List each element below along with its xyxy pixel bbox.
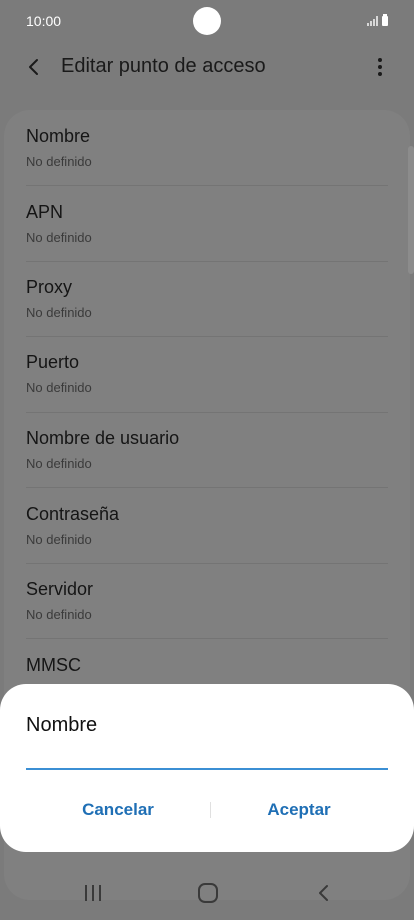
list-item-apn[interactable]: APN No definido: [26, 186, 388, 262]
list-item-usuario[interactable]: Nombre de usuario No definido: [26, 412, 388, 488]
item-title: APN: [26, 202, 64, 222]
more-vertical-icon[interactable]: [368, 55, 392, 79]
signal-icon: [367, 16, 378, 26]
item-value: No definido: [26, 380, 92, 395]
item-title: Nombre: [26, 126, 91, 146]
item-value: No definido: [26, 532, 92, 547]
dialog-title: Nombre: [26, 714, 98, 736]
item-title: Proxy: [26, 277, 73, 297]
back-arrow-icon[interactable]: [22, 55, 46, 79]
item-value: No definido: [26, 154, 92, 169]
scrollbar[interactable]: [408, 146, 414, 274]
item-value: No definido: [26, 230, 92, 245]
recent-apps-icon[interactable]: [81, 881, 105, 905]
item-title: MMSC: [26, 655, 81, 675]
cancel-button[interactable]: Cancelar: [28, 790, 208, 830]
name-dialog: Nombre Cancelar Aceptar: [0, 684, 414, 852]
dialog-buttons: Cancelar Aceptar: [0, 790, 414, 830]
home-icon[interactable]: [196, 881, 220, 905]
list-item-proxy[interactable]: Proxy No definido: [26, 261, 388, 337]
list-item-puerto[interactable]: Puerto No definido: [26, 336, 388, 412]
list-item-contrasena[interactable]: Contraseña No definido: [26, 488, 388, 564]
accept-button[interactable]: Aceptar: [209, 790, 389, 830]
item-title: Puerto: [26, 352, 80, 372]
item-title: Contraseña: [26, 504, 120, 524]
camera-hole: [193, 7, 221, 35]
name-input[interactable]: [26, 744, 388, 770]
list-item-servidor[interactable]: Servidor No definido: [26, 563, 388, 639]
item-title: Nombre de usuario: [26, 428, 180, 448]
app-bar: Editar punto de acceso: [0, 44, 414, 90]
item-value: No definido: [26, 305, 92, 320]
item-value: No definido: [26, 456, 92, 471]
status-time: 10:00: [26, 13, 62, 29]
list-item-nombre[interactable]: Nombre No definido: [26, 110, 388, 186]
status-icons: [367, 14, 388, 26]
item-value: No definido: [26, 607, 92, 622]
back-icon[interactable]: [312, 881, 336, 905]
battery-icon: [382, 14, 388, 26]
item-title: Servidor: [26, 579, 94, 599]
page-title: Editar punto de acceso: [61, 55, 266, 77]
navigation-bar: [0, 866, 414, 920]
